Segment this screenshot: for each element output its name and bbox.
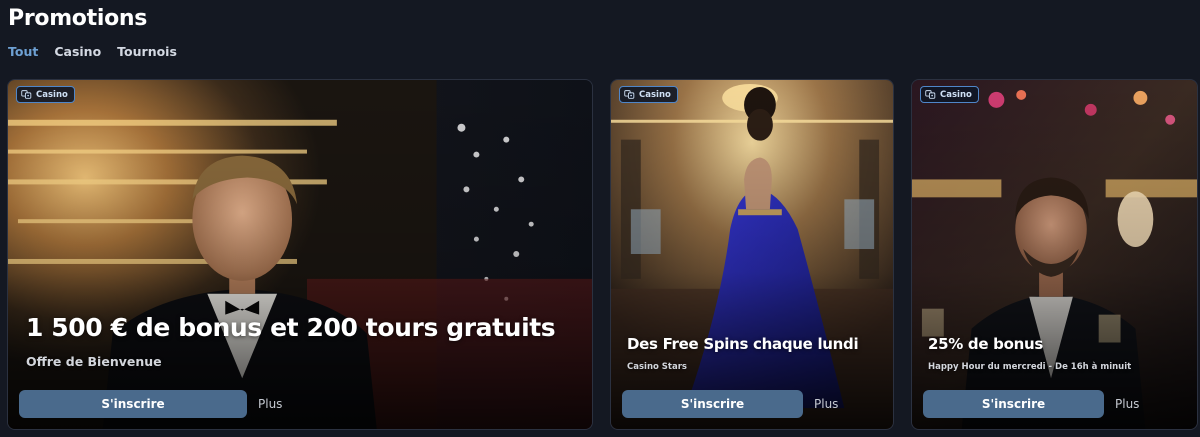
badge-label: Casino <box>940 89 972 100</box>
badge-label: Casino <box>639 89 671 100</box>
tab-casino[interactable]: Casino <box>54 44 101 59</box>
promo-image-man-drink <box>912 80 1197 429</box>
promo-subtitle: Offre de Bienvenue <box>26 354 162 369</box>
tab-tout[interactable]: Tout <box>8 44 38 59</box>
promo-card-free-spins[interactable]: Casino Des Free Spins chaque lundi Casin… <box>610 79 894 430</box>
badge-label: Casino <box>36 89 68 100</box>
more-link[interactable]: Plus <box>814 397 838 411</box>
tab-tournois[interactable]: Tournois <box>117 44 177 59</box>
promo-headline: Des Free Spins chaque lundi <box>627 335 859 353</box>
casino-badge: Casino <box>619 86 678 103</box>
signup-button[interactable]: S'inscrire <box>622 390 803 418</box>
dice-icon <box>624 90 635 99</box>
signup-button[interactable]: S'inscrire <box>923 390 1104 418</box>
promotions-page: Promotions Tout Casino Tournois Casino 1… <box>0 0 1200 437</box>
promo-subtitle: Happy Hour du mercredi - De 16h à minuit <box>928 362 1132 372</box>
more-link[interactable]: Plus <box>1115 397 1139 411</box>
promo-headline: 25% de bonus <box>928 335 1043 353</box>
promo-image-woman-gown <box>611 80 893 429</box>
promo-subtitle: Casino Stars <box>627 362 687 372</box>
signup-button[interactable]: S'inscrire <box>19 390 247 418</box>
promo-headline: 1 500 € de bonus et 200 tours gratuits <box>26 313 556 342</box>
promo-card-happy-hour[interactable]: Casino 25% de bonus Happy Hour du mercre… <box>911 79 1198 430</box>
dice-icon <box>21 90 32 99</box>
promo-card-welcome[interactable]: Casino 1 500 € de bonus et 200 tours gra… <box>7 79 593 430</box>
casino-badge: Casino <box>16 86 75 103</box>
page-title: Promotions <box>8 6 148 31</box>
casino-badge: Casino <box>920 86 979 103</box>
more-link[interactable]: Plus <box>258 397 282 411</box>
dice-icon <box>925 90 936 99</box>
promotion-tabs: Tout Casino Tournois <box>8 44 177 59</box>
promo-image-man-tuxedo <box>8 80 592 429</box>
